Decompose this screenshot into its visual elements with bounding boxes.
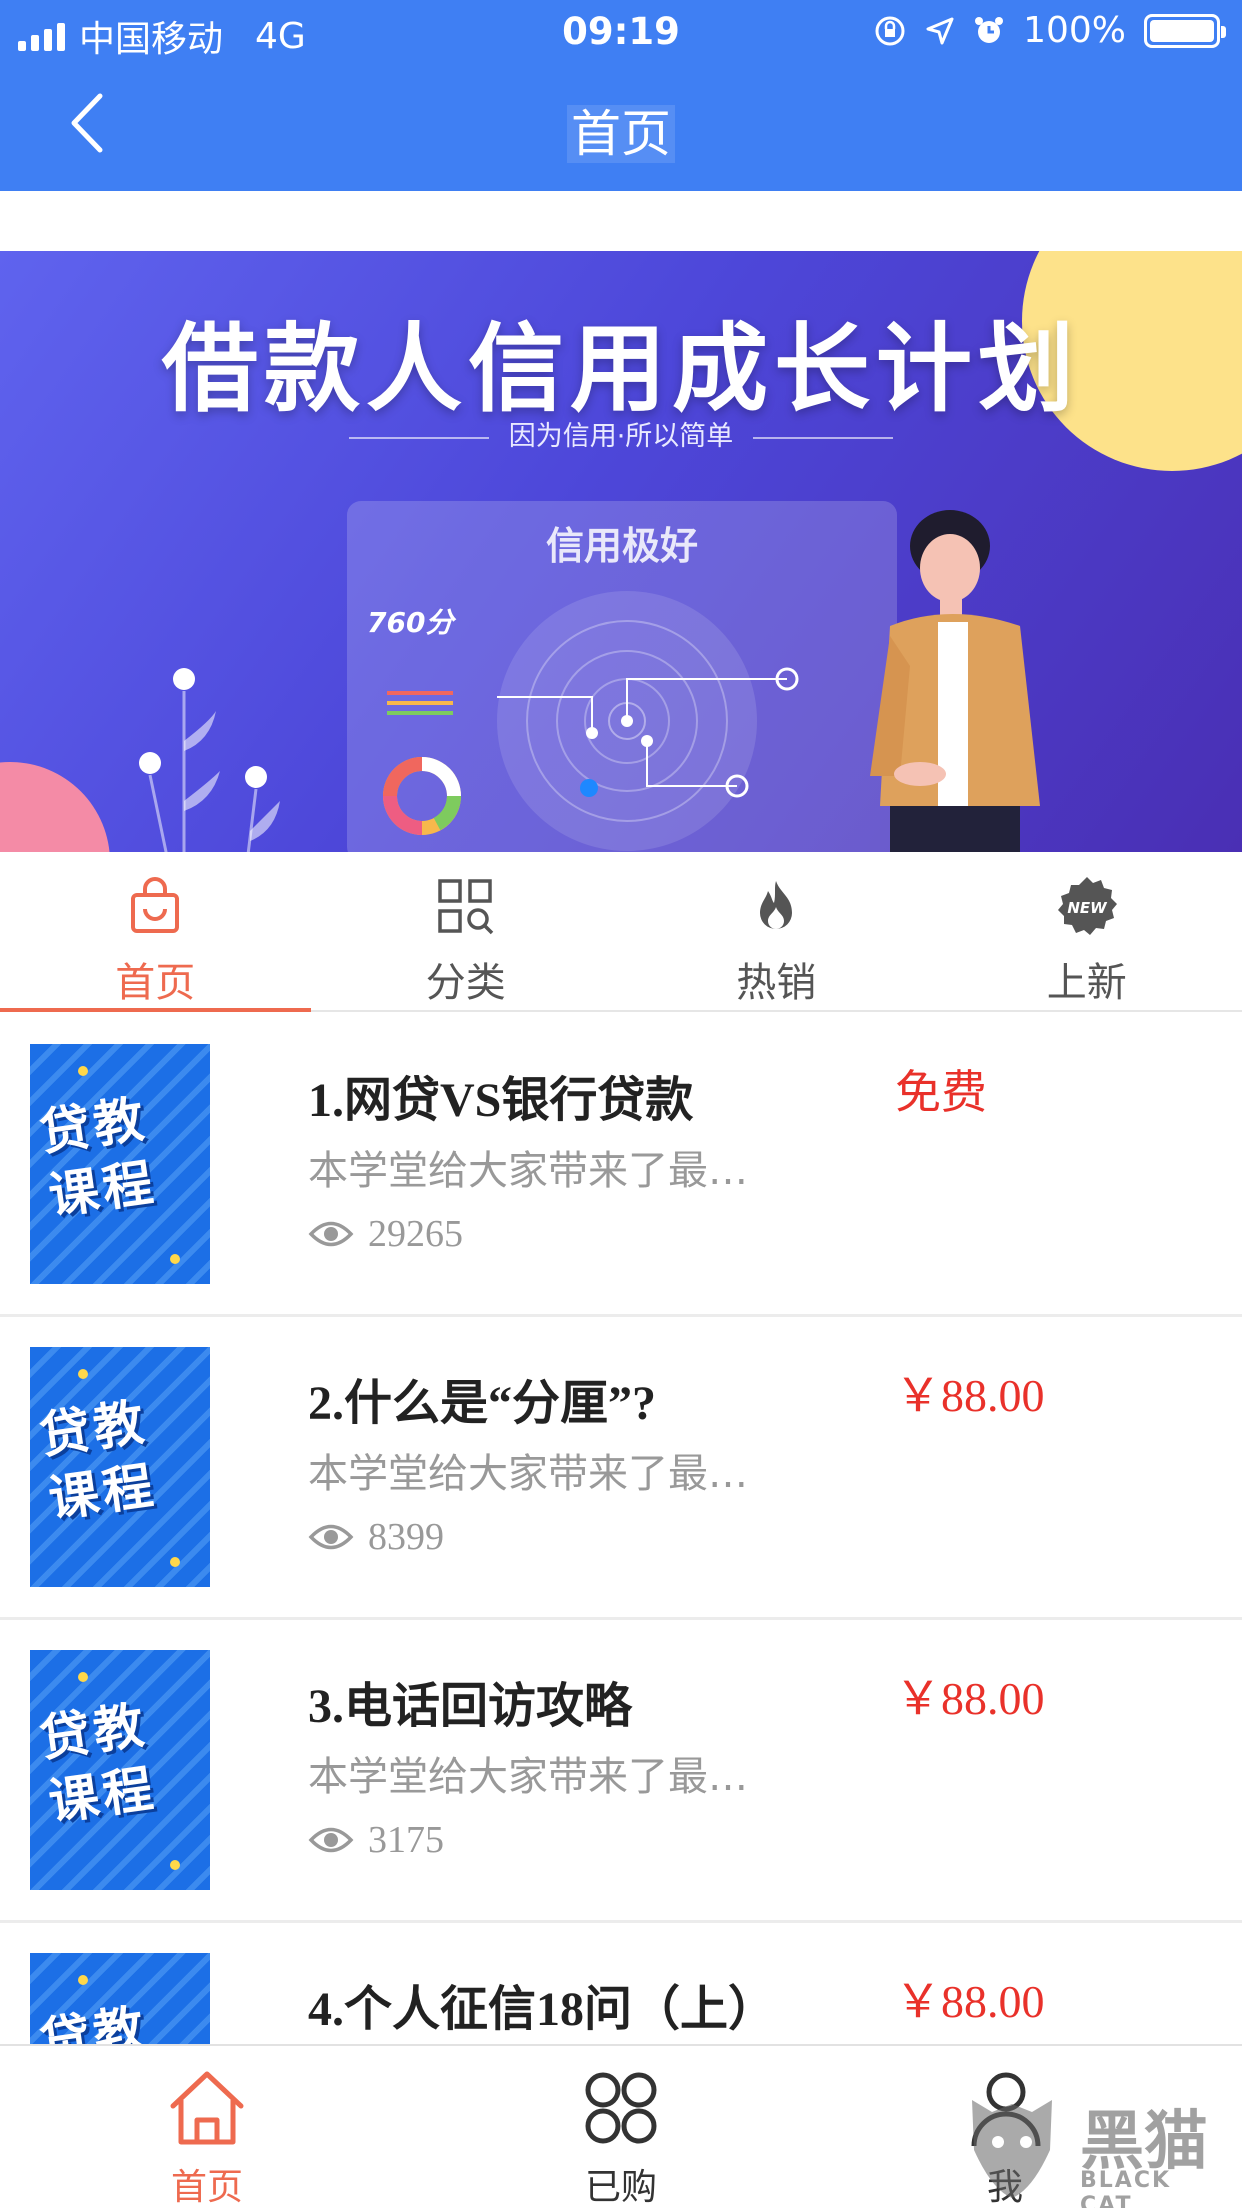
course-views: 3175 [308,1818,444,1862]
eye-icon [308,1524,354,1550]
battery-icon [1144,13,1226,48]
four-circles-icon [585,2072,657,2144]
person-illustration [870,510,1040,852]
grid-search-icon [438,879,493,935]
tab-category[interactable]: 分类 [311,852,622,1010]
tab-category-label: 分类 [425,960,506,1006]
tab-hot[interactable]: 热销 [621,852,932,1010]
tab-home-label: 首页 [115,960,196,1006]
course-title: 1.网贷VS银行贷款 [308,1074,694,1127]
course-views: 29265 [308,1212,463,1256]
list-item[interactable]: 贷教课程 2.什么是“分厘”? 本学堂给大家带来了最… 8399 ￥88.00 [0,1317,1242,1620]
course-title: 2.什么是“分厘”? [308,1377,657,1430]
credit-panel-title: 信用极好 [545,524,698,568]
course-price: ￥88.00 [895,1673,1045,1724]
radar-illustration [497,591,799,851]
credit-panel-illustration: 信用极好 760分 [347,501,897,852]
top-bar: 中国移动 4G 09:19 100% 首页 [0,0,1242,191]
page-title: 首页 [0,94,1242,166]
location-icon [926,17,954,44]
course-title: 3.电话回访攻略 [308,1680,633,1733]
list-item[interactable]: 贷教课程 1.网贷VS银行贷款 本学堂给大家带来了最… 29265 免费 [0,1014,1242,1317]
tab-home[interactable]: 首页 [0,852,311,1012]
category-tabs: 首页 分类 热销 NEW 上新 [0,852,1242,1012]
tab-new-label: 上新 [1046,960,1127,1006]
shopping-bag-icon [131,877,180,933]
flame-icon [760,881,793,929]
thumbnail-text: 贷教课程 [36,1695,161,1832]
credit-score: 760分 [367,606,454,639]
course-price: ￥88.00 [895,1976,1045,2027]
cat-shield-icon [972,2100,1052,2198]
thumbnail-text: 贷教课程 [36,1089,161,1226]
bottom-tab-purchased-label: 已购 [584,2167,657,2208]
svg-text:NEW: NEW [1067,899,1108,917]
bottom-tab-purchased[interactable]: 已购 [414,2046,828,2208]
course-thumbnail: 贷教课程 [30,1044,210,1284]
list-item[interactable]: 贷教课程 4.个人征信18问（上） ￥88.00 [0,1923,1242,2044]
watermark-sub: BLACK CAT [1080,2168,1172,2208]
tab-hot-label: 热销 [736,960,817,1006]
list-item[interactable]: 贷教课程 3.电话回访攻略 本学堂给大家带来了最… 3175 ￥88.00 [0,1620,1242,1923]
course-thumbnail: 贷教课程 [30,1650,210,1890]
course-thumbnail: 贷教课程 [30,1953,210,2044]
new-badge-icon: NEW [1057,877,1117,935]
view-count: 29265 [368,1213,463,1255]
view-count: 8399 [368,1516,444,1558]
course-title: 4.个人征信18问（上） [308,1983,777,2036]
course-thumbnail: 贷教课程 [30,1347,210,1587]
course-desc: 本学堂给大家带来了最… [308,1148,748,1194]
banner-title: 借款人信用成长计划 [162,313,1080,425]
bottom-tab-bar: 首页 已购 我 黑猫 BLACK CAT [0,2044,1242,2208]
bottom-tab-home[interactable]: 首页 [0,2046,414,2208]
home-icon [170,2071,244,2145]
tab-new[interactable]: NEW 上新 [932,852,1242,1010]
watermark-logo: 黑猫 BLACK CAT [962,2082,1232,2208]
eye-icon [308,1827,354,1853]
course-desc: 本学堂给大家带来了最… [308,1451,748,1497]
view-count: 3175 [368,1819,444,1861]
eye-icon [308,1221,354,1247]
promo-banner[interactable]: 借款人信用成长计划 因为信用·所以简单 信用极好 760分 [0,251,1242,852]
course-list: 贷教课程 1.网贷VS银行贷款 本学堂给大家带来了最… 29265 免费 贷教课… [0,1014,1242,2044]
plant-illustration [139,668,280,852]
battery-percent: 100% [1023,10,1126,51]
rotation-lock-icon [875,16,905,45]
banner-subtitle: 因为信用·所以简单 [0,414,1242,453]
course-desc: 本学堂给大家带来了最… [308,1754,748,1800]
donut-chart-icon [383,757,461,835]
course-price: ￥88.00 [895,1370,1045,1421]
course-price: 免费 [895,1065,987,1119]
banner-pink-shape [0,762,110,852]
thumbnail-text: 贷教课程 [36,1392,161,1529]
legend-bars-icon [387,691,453,715]
course-views: 8399 [308,1515,444,1559]
bottom-tab-home-label: 首页 [170,2167,243,2208]
status-bar: 中国移动 4G 09:19 100% [0,0,1242,62]
alarm-icon [975,16,1004,43]
